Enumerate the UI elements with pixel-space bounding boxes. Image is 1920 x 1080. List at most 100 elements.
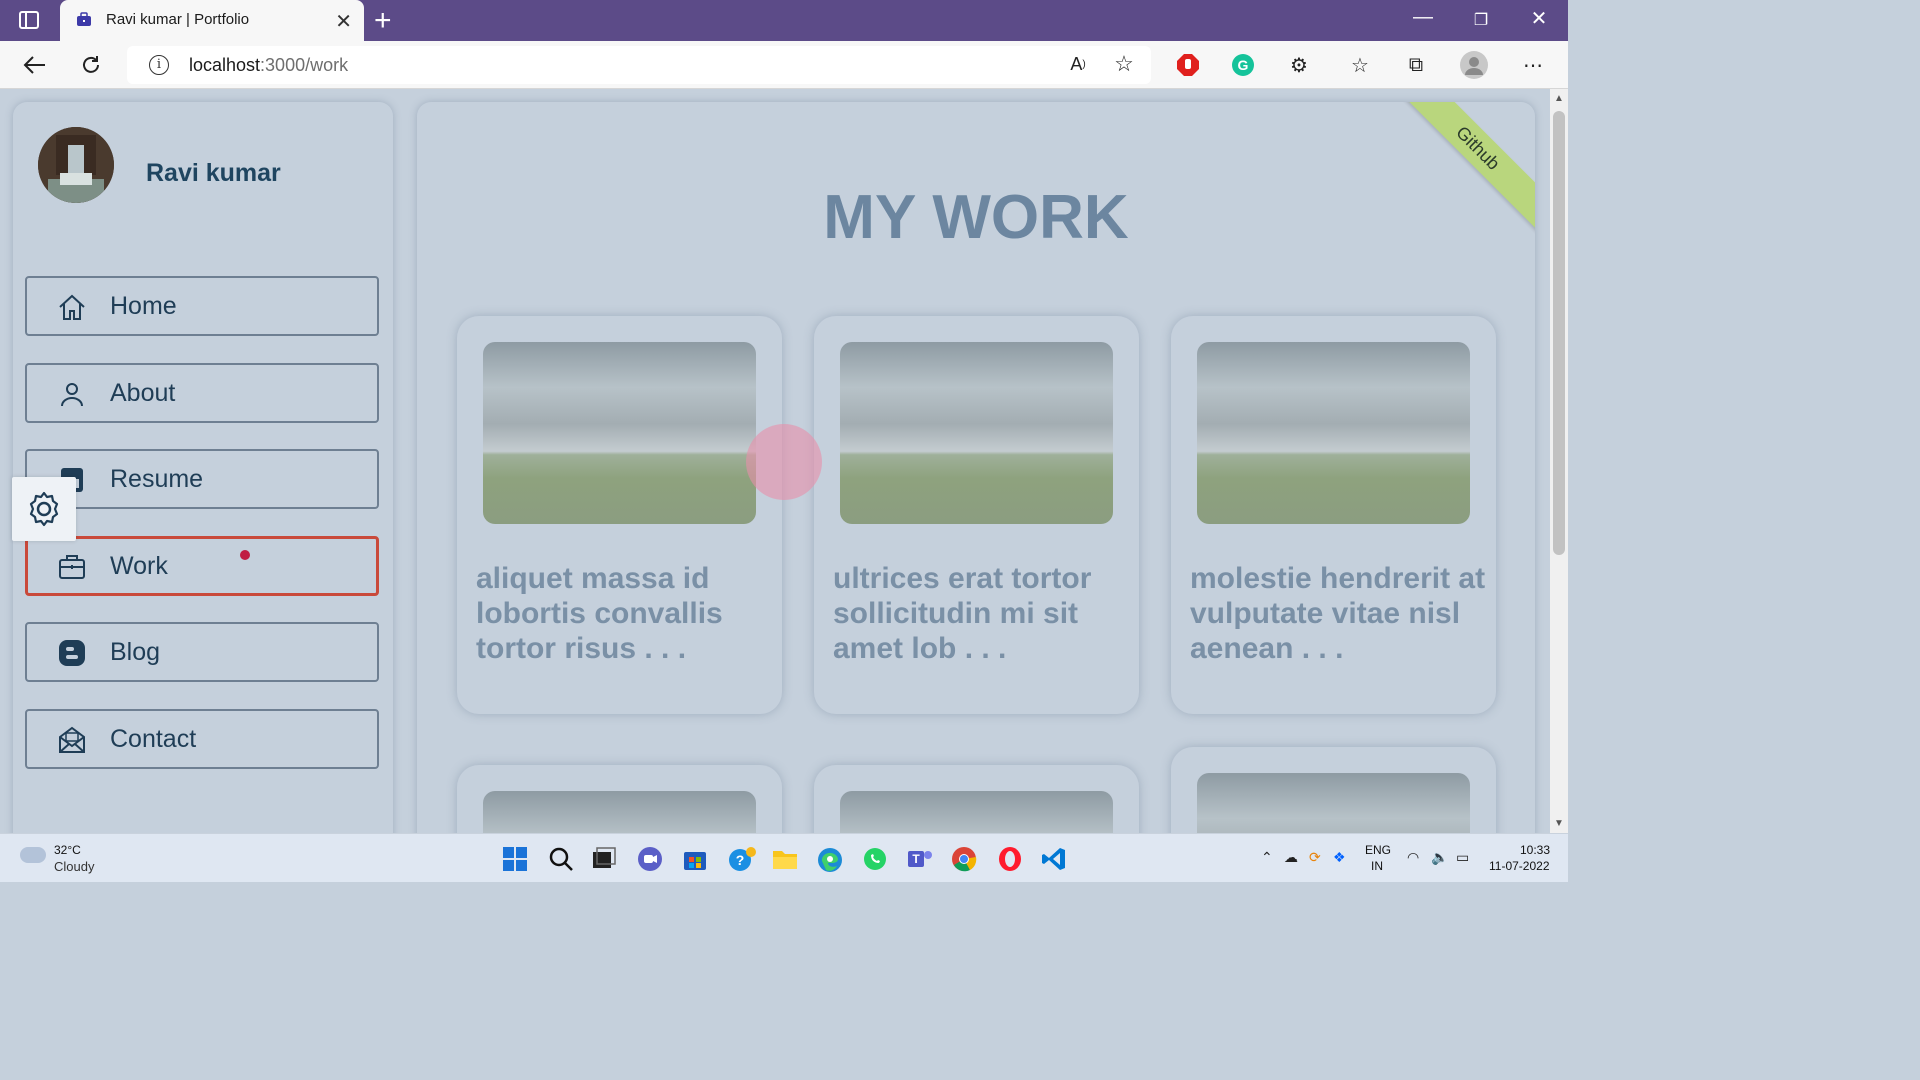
cloud-icon[interactable] [20,847,46,863]
start-icon[interactable] [502,846,528,872]
scroll-down-icon[interactable]: ▼ [1554,818,1564,829]
svg-text:G: G [1238,57,1249,73]
main-panel: Github MY WORK aliquet massa id lobortis… [417,102,1535,833]
weather-desc[interactable]: Cloudy [54,859,94,874]
add-favorite-icon[interactable]: ☆ [1110,50,1138,78]
dropbox-icon[interactable]: ❖ [1333,849,1346,866]
cursor-highlight [746,424,822,500]
edge-icon[interactable] [816,846,842,872]
scroll-up-icon[interactable]: ▲ [1554,93,1564,104]
browser-toolbar: i localhost:3000/work A) ☆ G ⚙ ☆ ⧉ ⋯ [0,41,1568,89]
blogger-icon [59,640,85,666]
opera-icon[interactable] [997,846,1023,872]
work-card[interactable] [814,765,1139,833]
tab-close-icon[interactable]: ✕ [335,9,352,34]
work-card-image [483,342,756,524]
nav-home-label: Home [110,292,177,320]
file-explorer-icon[interactable] [771,846,797,872]
nav-about-button[interactable]: About [25,363,379,423]
grammarly-icon[interactable]: G [1229,51,1257,79]
address-bar[interactable]: i localhost:3000/work A) ☆ [127,46,1151,84]
settings-button[interactable] [12,477,76,541]
work-card-image [1197,773,1470,833]
battery-icon[interactable]: ▭ [1456,849,1469,866]
nav-about-label: About [110,379,176,407]
collections-icon[interactable]: ⧉ [1402,51,1430,79]
wifi-icon[interactable]: ◠ [1407,849,1419,866]
work-card[interactable]: ultrices erat tortor sollicitudin mi sit… [814,316,1139,714]
back-icon[interactable] [21,51,49,79]
maximize-icon[interactable]: ❐ [1461,10,1501,30]
work-card-text: aliquet massa id lobortis convallis tort… [476,562,723,665]
notification-dot [240,550,250,560]
briefcase-icon [59,555,85,579]
chrome-icon[interactable] [951,846,977,872]
nav-blog-label: Blog [110,638,161,666]
work-card-image [840,342,1113,524]
work-card[interactable] [457,765,782,833]
teams-icon[interactable]: T [906,846,932,872]
sidebar: Ravi kumar Home About Resume Work Blog C… [13,102,393,833]
work-card-text: ultrices erat tortor sollicitudin mi sit… [833,562,1092,665]
nav-contact-button[interactable]: Contact [25,709,379,769]
profile-icon[interactable] [1460,51,1488,79]
nav-work-button[interactable]: Work [25,536,379,596]
minimize-icon[interactable]: — [1403,6,1443,29]
search-icon[interactable] [548,846,574,872]
work-card-image [1197,342,1470,524]
store-icon[interactable] [682,846,708,872]
favorites-icon[interactable]: ☆ [1346,51,1374,79]
work-card[interactable]: aliquet massa id lobortis convallis tort… [457,316,782,714]
more-icon[interactable]: ⋯ [1519,51,1547,79]
taskbar: 32°C Cloudy ? T ⌃ ☁ ⟳ ❖ ENG IN ◠ 🔈 ▭ 10:… [0,833,1568,882]
tab-actions-icon[interactable] [19,11,39,29]
vscode-icon[interactable] [1041,846,1067,872]
refresh-icon[interactable] [77,51,105,79]
chevron-up-icon[interactable]: ⌃ [1261,849,1273,866]
browser-tab[interactable]: Ravi kumar | Portfolio ✕ [60,0,364,41]
gear-icon [29,491,59,527]
whatsapp-icon[interactable] [862,846,888,872]
work-card[interactable] [1171,747,1496,833]
page-title: MY WORK [823,183,1129,252]
site-info-icon[interactable]: i [149,55,169,75]
adblock-icon[interactable] [1174,51,1202,79]
nav-resume-label: Resume [110,465,204,493]
avatar [38,127,114,203]
scrollbar-thumb[interactable] [1553,111,1565,555]
work-card-text: molestie hendrerit at vulputate vitae ni… [1190,562,1486,665]
nav-work-label: Work [110,552,168,580]
nav-contact-label: Contact [110,725,197,753]
onedrive-icon[interactable]: ☁ [1284,849,1298,866]
region-indicator[interactable]: IN [1371,859,1383,873]
work-card[interactable]: molestie hendrerit at vulputate vitae ni… [1171,316,1496,714]
tab-title: Ravi kumar | Portfolio [106,11,250,28]
read-aloud-icon[interactable]: A) [1064,50,1092,78]
help-icon[interactable]: ? [727,846,756,872]
clock-date[interactable]: 11-07-2022 [1489,859,1550,873]
profile-name: Ravi kumar [146,159,281,187]
nav-resume-button[interactable]: Resume [25,449,379,509]
work-card-image [840,791,1113,833]
sync-icon[interactable]: ⟳ [1309,849,1321,866]
svg-text:T: T [912,852,920,866]
url-text[interactable]: localhost:3000/work [189,55,348,76]
svg-text:?: ? [736,852,745,868]
home-icon [59,294,85,320]
new-tab-icon[interactable]: + [374,4,392,38]
language-indicator[interactable]: ENG [1365,843,1391,857]
work-card-image [483,791,756,833]
chat-icon[interactable] [637,846,663,872]
scrollbar[interactable]: ▲ ▼ [1550,89,1568,833]
nav-home-button[interactable]: Home [25,276,379,336]
volume-icon[interactable]: 🔈 [1431,849,1448,866]
task-view-icon[interactable] [591,846,617,872]
window-close-icon[interactable]: ✕ [1519,6,1559,31]
page-viewport: Ravi kumar Home About Resume Work Blog C… [0,89,1550,833]
clock-time[interactable]: 10:33 [1520,843,1550,857]
weather-temp[interactable]: 32°C [54,843,81,857]
favicon-icon [77,12,91,26]
extensions-icon[interactable]: ⚙ [1285,51,1313,79]
url-path: :3000/work [260,55,349,75]
nav-blog-button[interactable]: Blog [25,622,379,682]
